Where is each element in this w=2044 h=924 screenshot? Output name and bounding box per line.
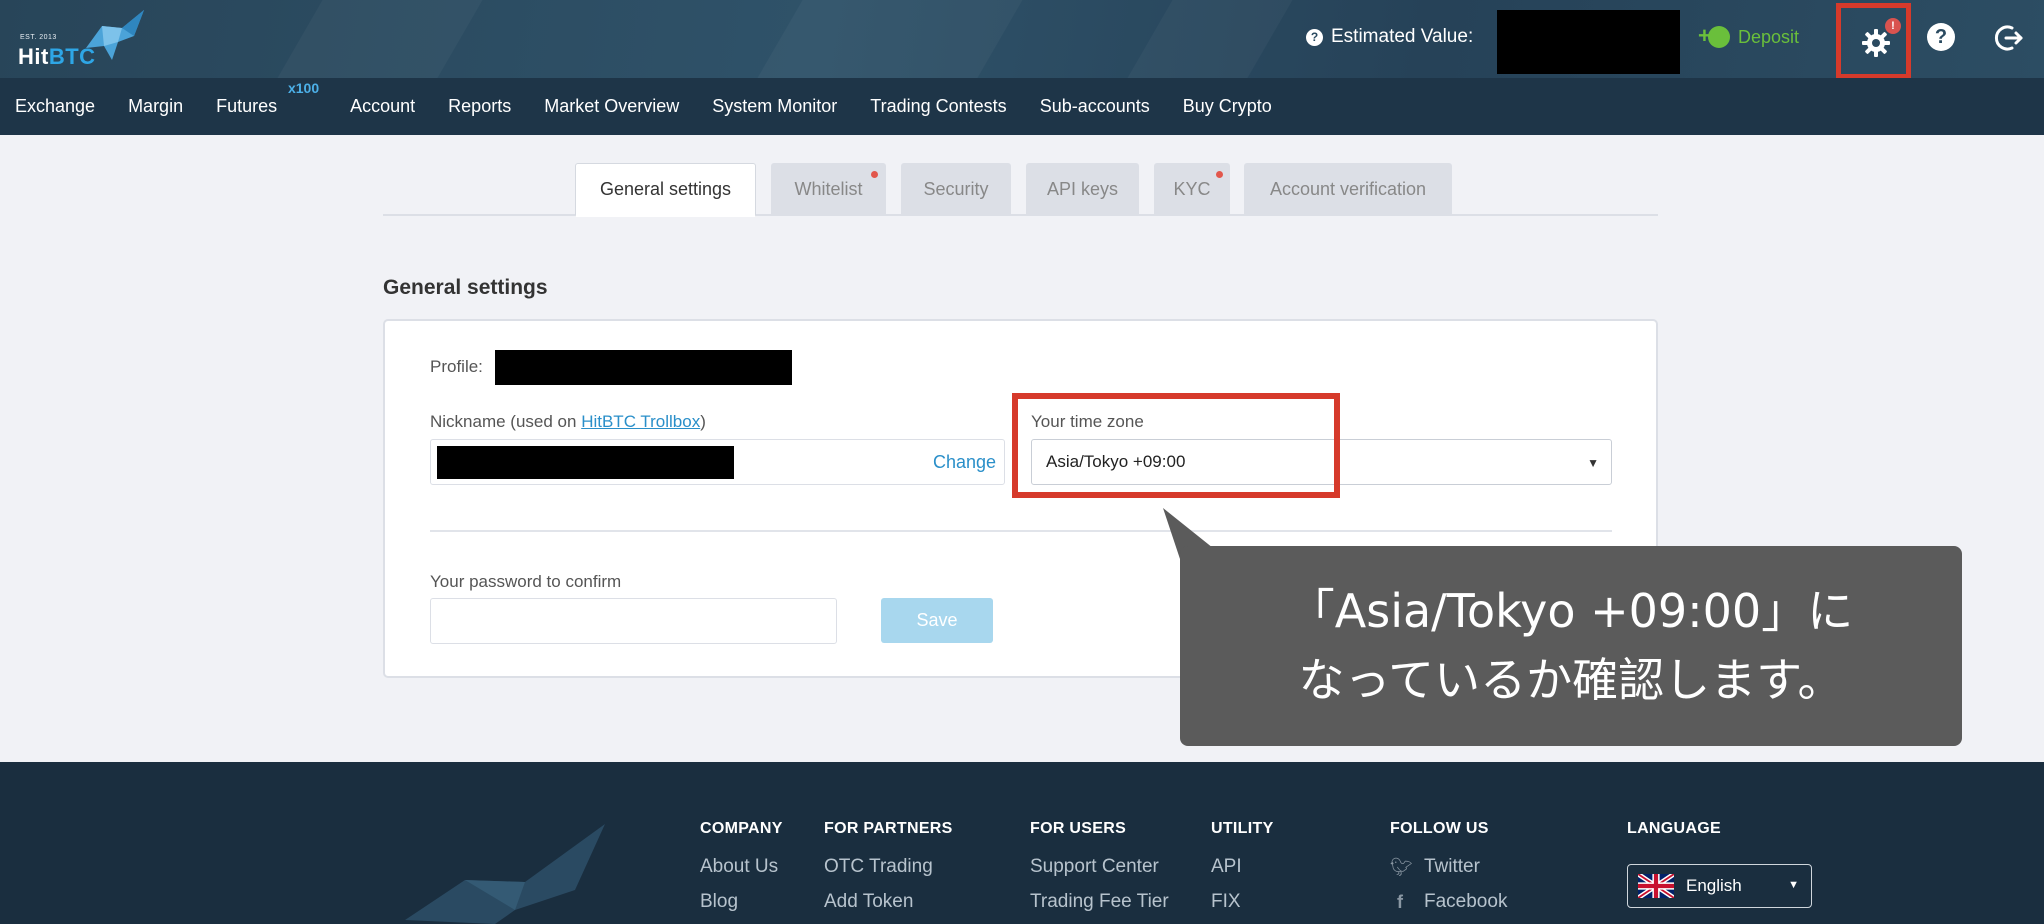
logo-est-text: EST. 2013	[20, 34, 57, 41]
header-decoration	[277, 0, 482, 78]
deposit-coin-icon	[1698, 23, 1730, 49]
facebook-icon: f	[1397, 891, 1403, 912]
nav-futures[interactable]: Futures x100	[216, 80, 319, 117]
uk-flag-icon	[1638, 874, 1674, 898]
facebook-label: Facebook	[1424, 891, 1508, 912]
nav-reports[interactable]: Reports	[448, 96, 511, 117]
footer-link-add-token[interactable]: Add Token	[824, 891, 953, 913]
trollbox-link[interactable]: HitBTC Trollbox	[581, 412, 700, 431]
question-icon[interactable]: ?	[1306, 28, 1323, 46]
footer-link-fee-tier[interactable]: Trading Fee Tier	[1030, 891, 1169, 913]
tab-label: General settings	[599, 179, 732, 199]
deposit-label: Deposit	[1738, 26, 1800, 47]
header-decoration	[757, 0, 1022, 78]
nav-market-overview[interactable]: Market Overview	[544, 96, 679, 117]
help-icon[interactable]: ?	[1927, 23, 1955, 51]
nav-futures-label: Futures	[216, 96, 278, 116]
tab-whitelist[interactable]: Whitelist	[771, 163, 886, 216]
language-select[interactable]: English ▼	[1627, 864, 1812, 908]
tab-account-verification[interactable]: Account verification	[1244, 163, 1452, 216]
nav-system-monitor[interactable]: System Monitor	[712, 96, 837, 117]
notification-badge: !	[1885, 18, 1901, 34]
main-nav: Exchange Margin Futures x100 Account Rep…	[0, 78, 2044, 135]
tab-label: KYC	[1173, 179, 1211, 199]
notification-dot	[871, 171, 878, 178]
footer-link-api[interactable]: API	[1211, 856, 1274, 878]
footer-link-support[interactable]: Support Center	[1030, 856, 1169, 878]
footer-col-users: FOR USERS Support Center Trading Fee Tie…	[1030, 820, 1169, 913]
footer-col-company: COMPANY About Us Blog	[700, 820, 783, 913]
annotation-callout: 「Asia/Tokyo +09:00」に なっているか確認します。	[1180, 546, 1962, 746]
nav-sub-accounts[interactable]: Sub-accounts	[1040, 96, 1150, 117]
twitter-icon: 🐦︎	[1390, 856, 1413, 877]
nav-exchange[interactable]: Exchange	[15, 96, 95, 117]
hitbtc-logo[interactable]: EST. 2013 HitBTC	[18, 8, 148, 69]
estimated-value-label: Estimated Value:	[1331, 26, 1474, 47]
deposit-button[interactable]: Deposit	[1698, 23, 1800, 49]
top-header: EST. 2013 HitBTC ? Estimated Value: Depo…	[0, 0, 2044, 78]
change-nickname-link[interactable]: Change	[933, 452, 996, 473]
nickname-label-suffix: )	[700, 412, 706, 431]
futures-badge: x100	[287, 80, 320, 96]
footer-heading: FOR PARTNERS	[824, 820, 953, 837]
redacted-value-block	[1497, 10, 1680, 74]
footer-col-follow: FOLLOW US 🐦︎ Twitter f Facebook	[1390, 820, 1507, 913]
password-input[interactable]	[430, 598, 837, 644]
language-value: English	[1686, 876, 1742, 895]
logout-icon[interactable]	[1994, 23, 2024, 53]
redacted-profile	[495, 350, 792, 385]
divider	[430, 530, 1612, 532]
logo-brand-hit: Hit	[18, 44, 49, 69]
footer-heading: FOLLOW US	[1390, 820, 1489, 837]
settings-highlight-box: !	[1836, 3, 1911, 79]
chevron-down-icon: ▼	[1587, 456, 1599, 470]
timezone-highlight-box	[1012, 393, 1340, 498]
footer-col-partners: FOR PARTNERS OTC Trading Add Token	[824, 820, 953, 913]
footer-heading: FOR USERS	[1030, 820, 1127, 837]
tab-general-settings[interactable]: General settings	[575, 163, 756, 217]
footer-heading: LANGUAGE	[1627, 820, 1721, 837]
footer-link-fix[interactable]: FIX	[1211, 891, 1274, 913]
nav-trading-contests[interactable]: Trading Contests	[870, 96, 1006, 117]
bull-watermark-icon	[405, 824, 605, 924]
footer-link-facebook[interactable]: f Facebook	[1390, 891, 1507, 913]
page-title: General settings	[383, 276, 548, 299]
profile-label: Profile:	[430, 357, 483, 376]
footer-link-otc[interactable]: OTC Trading	[824, 856, 953, 878]
estimated-value: ? Estimated Value:	[1306, 26, 1473, 48]
footer-col-utility: UTILITY API FIX	[1211, 820, 1274, 913]
twitter-label: Twitter	[1424, 856, 1480, 877]
callout-line-2: なっているか確認します。	[1298, 653, 1844, 707]
gear-icon[interactable]	[1861, 28, 1891, 58]
nickname-label-prefix: Nickname (used on	[430, 412, 582, 431]
tab-api-keys[interactable]: API keys	[1026, 163, 1139, 216]
header-decoration	[1127, 0, 1292, 78]
footer-link-twitter[interactable]: 🐦︎ Twitter	[1390, 856, 1507, 878]
tab-label: Account verification	[1269, 179, 1427, 199]
tab-label: Security	[923, 179, 989, 199]
nickname-label: Nickname (used on HitBTC Trollbox)	[430, 412, 706, 432]
footer-heading: COMPANY	[700, 820, 783, 837]
footer-heading: UTILITY	[1211, 820, 1274, 837]
callout-line-1: 「Asia/Tokyo +09:00」に	[1288, 584, 1854, 638]
nav-account[interactable]: Account	[350, 96, 415, 117]
bull-logo-icon	[86, 10, 144, 60]
tab-label: Whitelist	[794, 179, 863, 199]
redacted-nickname	[437, 446, 734, 479]
save-button[interactable]: Save	[881, 598, 993, 643]
chevron-down-icon: ▼	[1788, 879, 1799, 891]
tab-label: API keys	[1046, 179, 1119, 199]
notification-dot	[1216, 171, 1223, 178]
footer-link-blog[interactable]: Blog	[700, 891, 783, 913]
tab-kyc[interactable]: KYC	[1154, 163, 1230, 216]
tab-security[interactable]: Security	[901, 163, 1011, 216]
nav-buy-crypto[interactable]: Buy Crypto	[1183, 96, 1272, 117]
password-label: Your password to confirm	[430, 572, 622, 591]
footer-col-language: LANGUAGE	[1627, 820, 1721, 838]
footer-link-about[interactable]: About Us	[700, 856, 783, 878]
nav-margin[interactable]: Margin	[128, 96, 183, 117]
